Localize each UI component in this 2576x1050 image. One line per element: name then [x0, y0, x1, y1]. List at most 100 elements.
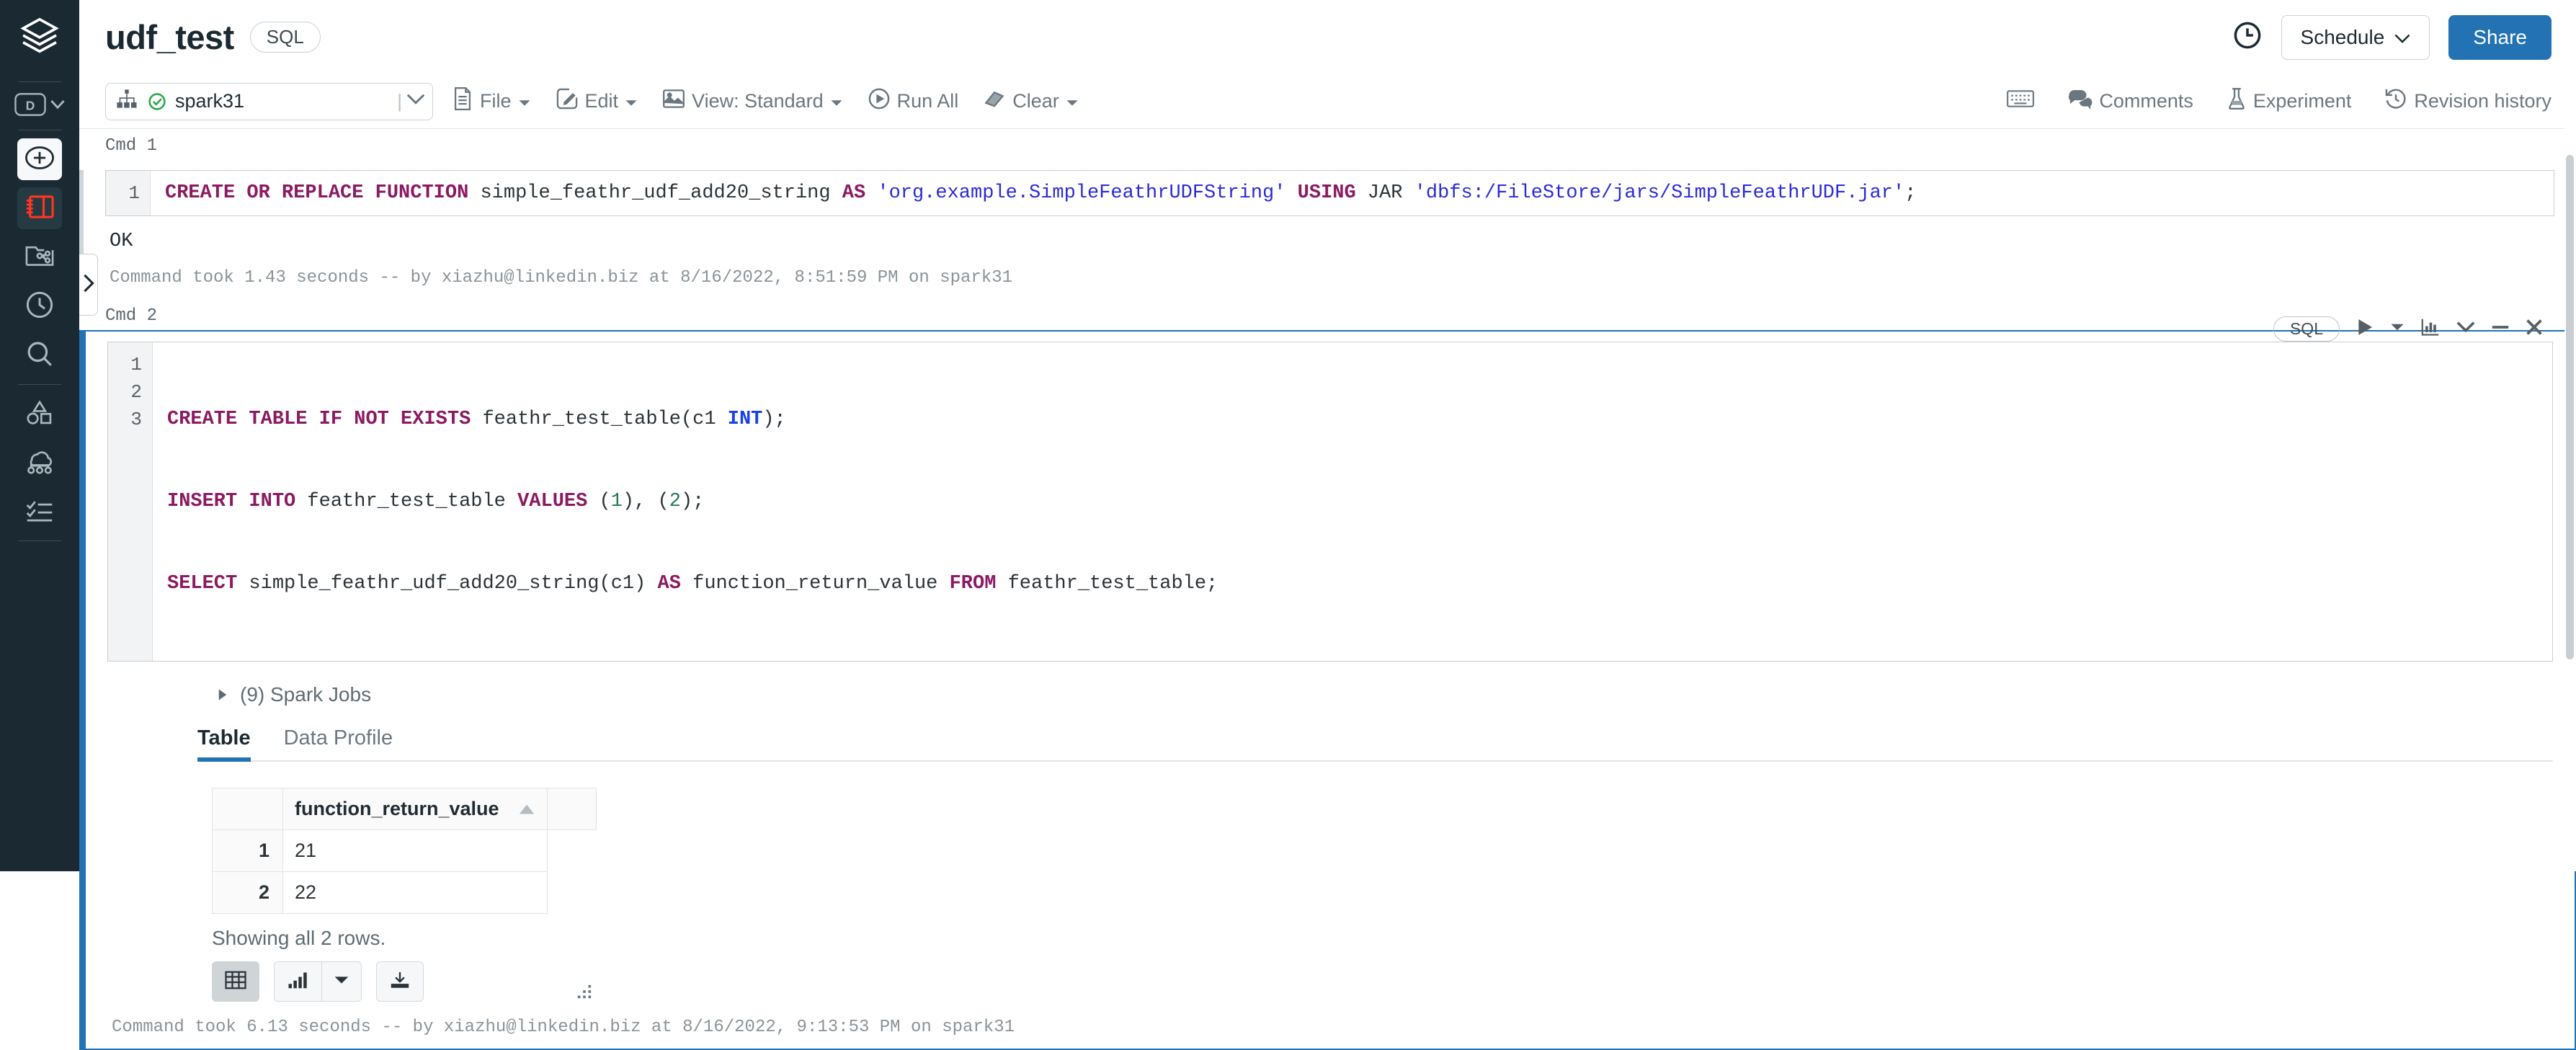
chevron-right-icon [82, 273, 95, 297]
workspace-switcher[interactable]: D [0, 86, 79, 125]
row-index-header [213, 788, 283, 830]
close-icon[interactable] [2526, 319, 2543, 339]
chevron-down-icon[interactable] [2456, 321, 2475, 337]
minimize-icon[interactable] [2491, 321, 2510, 337]
code-token: 1 [611, 491, 623, 512]
sidebar-item-search[interactable] [17, 334, 62, 376]
download-icon [390, 971, 410, 993]
sidebar-item-workspace[interactable] [17, 187, 62, 229]
select-divider: | [397, 90, 402, 112]
comments-label: Comments [2099, 90, 2193, 112]
edit-menu-button[interactable]: Edit [556, 87, 638, 115]
spark-jobs-toggle[interactable]: (9) Spark Jobs [86, 672, 2575, 713]
code-content[interactable]: CREATE OR REPLACE FUNCTION simple_feathr… [151, 171, 2554, 215]
schedule-button[interactable]: Schedule [2281, 15, 2430, 60]
notebook-cell-2[interactable]: Cmd 2 SQL [79, 299, 2576, 1050]
cell-language-pill[interactable]: SQL [2273, 316, 2340, 342]
code-line: SELECT simple_feathr_udf_add20_string(c1… [167, 570, 2552, 597]
cell-value: 22 [283, 872, 548, 914]
cell-toolbar: SQL [2273, 316, 2543, 342]
clear-menu-label: Clear [1012, 90, 1059, 112]
run-caret-icon[interactable] [2390, 322, 2405, 336]
cluster-name: spark31 [175, 90, 244, 112]
edit-menu-label: Edit [585, 90, 619, 112]
download-button[interactable] [376, 961, 424, 1002]
table-row[interactable]: 2 22 [213, 872, 597, 914]
bar-chart-icon [288, 971, 309, 993]
cell-body: 1 CREATE OR REPLACE FUNCTION simple_feat… [79, 170, 2576, 299]
cluster-selector[interactable]: spark31 | [105, 83, 433, 120]
chevron-down-icon [406, 94, 425, 109]
code-token: 2 [669, 491, 681, 512]
workspace-label: D [26, 98, 35, 112]
view-image-icon [662, 88, 685, 115]
table-header-row: function_return_value [213, 788, 597, 830]
code-line: CREATE TABLE IF NOT EXISTS feathr_test_t… [167, 406, 2552, 433]
sort-asc-icon[interactable] [518, 798, 535, 820]
code-token: ); [681, 491, 704, 512]
caret-down-icon [625, 90, 638, 112]
rail-divider-top [18, 81, 61, 82]
clock-icon[interactable] [2232, 20, 2263, 54]
sidebar-item-recents[interactable] [17, 285, 62, 327]
new-button[interactable] [17, 138, 62, 180]
shapes-icon [24, 399, 55, 430]
vertical-scrollbar[interactable] [2564, 74, 2576, 871]
cell-body: SQL [79, 330, 2576, 1050]
file-menu-label: File [480, 90, 512, 112]
column-header-function-return-value[interactable]: function_return_value [283, 788, 548, 830]
edit-pencil-icon [556, 87, 579, 115]
sidebar-item-data[interactable] [17, 393, 62, 435]
cell-run-meta: Command took 6.13 seconds -- by xiazhu@l… [86, 1002, 2575, 1049]
resize-grip-icon[interactable] [576, 984, 592, 1000]
cell-run-meta: Command took 1.43 seconds -- by xiazhu@l… [84, 252, 2576, 299]
code-token: ; [1904, 182, 1916, 204]
clear-menu-button[interactable]: Clear [983, 89, 1079, 114]
table-row[interactable]: 1 21 [213, 830, 597, 872]
sidebar-item-compute[interactable] [17, 442, 62, 484]
caret-down-icon [334, 975, 349, 989]
cell-output-text: OK [84, 226, 2576, 252]
revision-history-icon [2384, 87, 2407, 115]
tab-data-profile[interactable]: Data Profile [284, 726, 393, 760]
chart-icon[interactable] [2420, 317, 2441, 341]
sidebar-item-repos[interactable] [17, 236, 62, 278]
scrollbar-thumb[interactable] [2566, 155, 2574, 659]
results-table[interactable]: function_return_value [212, 788, 597, 914]
notebook-cell-1[interactable]: Cmd 1 1 CREATE OR REPLACE FUNCTION simpl… [79, 129, 2576, 299]
experiment-button[interactable]: Experiment [2227, 87, 2352, 115]
table-view-button[interactable] [212, 961, 259, 1002]
sidebar-expand-button[interactable] [79, 254, 98, 316]
line-number: 1 [108, 351, 152, 378]
comments-button[interactable]: Comments [2068, 88, 2193, 115]
code-line: INSERT INTO feathr_test_table VALUES (1)… [167, 488, 2552, 515]
view-menu-button[interactable]: View: Standard [662, 88, 843, 115]
code-content[interactable]: CREATE TABLE IF NOT EXISTS feathr_test_t… [153, 342, 2552, 661]
language-chip[interactable]: SQL [250, 22, 321, 53]
row-index: 1 [213, 830, 283, 872]
code-editor[interactable]: 1 CREATE OR REPLACE FUNCTION simple_feat… [105, 170, 2554, 216]
run-icon[interactable] [2356, 318, 2374, 340]
keyboard-shortcuts-button[interactable] [2006, 88, 2035, 115]
file-menu-button[interactable]: File [452, 86, 531, 116]
code-token: feathr_test_table; [996, 573, 1218, 595]
revision-history-button[interactable]: Revision history [2384, 87, 2552, 115]
workspace-badge-icon: D [14, 92, 46, 120]
chart-view-button[interactable] [274, 961, 321, 1002]
databricks-logo-icon[interactable] [19, 16, 61, 61]
view-menu-label: View: Standard [692, 90, 824, 112]
toolbar-right-group: Comments Experiment [1973, 87, 2552, 115]
run-all-label: Run All [897, 90, 959, 112]
header-actions: Schedule Share [2232, 15, 2552, 60]
notebook-toolbar: spark31 | File [79, 74, 2576, 129]
code-token: SELECT [167, 573, 237, 595]
run-all-button[interactable]: Run All [868, 87, 959, 115]
chart-options-button[interactable] [321, 961, 362, 1002]
sidebar-item-workflows[interactable] [17, 491, 62, 533]
tab-table[interactable]: Table [197, 726, 251, 760]
share-button[interactable]: Share [2448, 15, 2552, 60]
code-editor[interactable]: 1 2 3 CREATE TABLE IF NOT EXISTS feathr_… [107, 342, 2553, 662]
result-tabs: Table Data Profile [197, 726, 2553, 762]
page-title[interactable]: udf_test [105, 17, 234, 57]
code-token: feathr_test_table [295, 491, 517, 512]
